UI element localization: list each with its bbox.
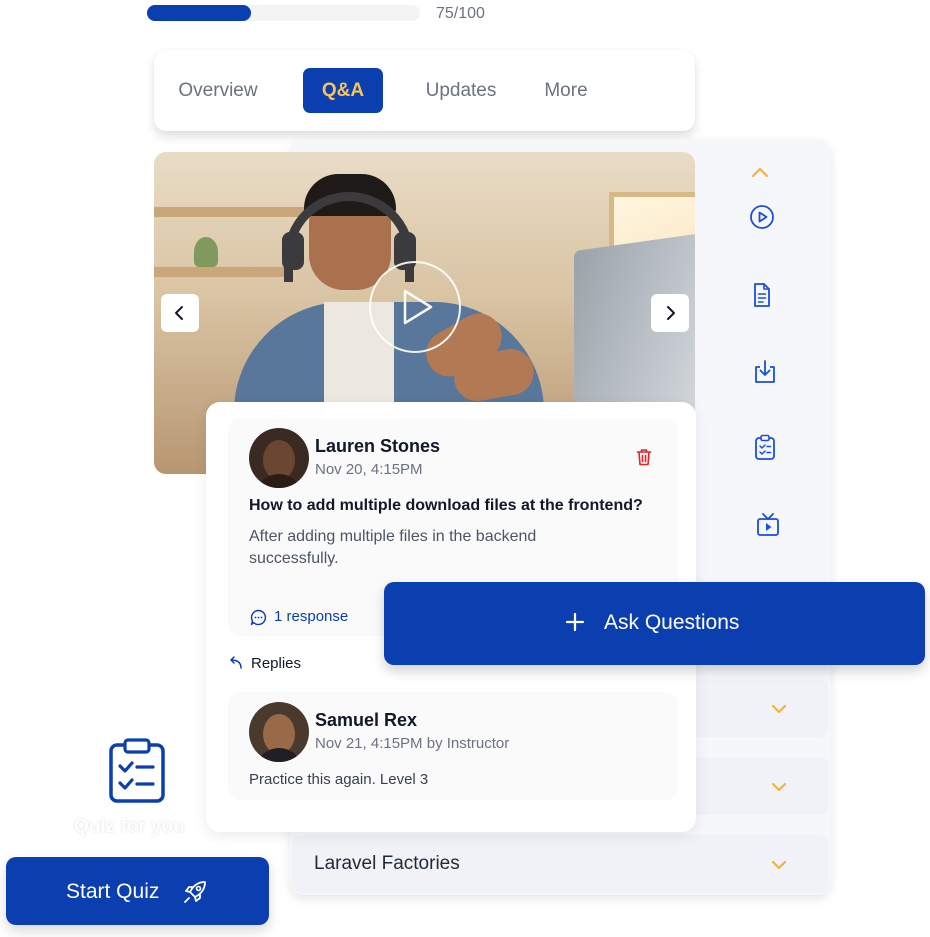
avatar [249, 702, 309, 762]
video-scene-shelf [154, 267, 284, 277]
reply-card: Samuel Rex Nov 21, 4:15PM by Instructor … [228, 692, 678, 800]
progress-bar [147, 5, 420, 21]
question-body: After adding multiple files in the backe… [249, 528, 537, 567]
video-scene-plant [194, 237, 218, 267]
video-scene-shelf [154, 207, 314, 217]
trash-icon[interactable] [636, 448, 652, 466]
chevron-down-icon [771, 704, 787, 714]
reply-text: Practice this again. Level 3 [249, 771, 429, 788]
reply-meta: Nov 21, 4:15PM by Instructor [315, 735, 510, 752]
chevron-up-icon[interactable] [746, 159, 774, 187]
tab-qa[interactable]: Q&A [303, 68, 383, 113]
tab-overview[interactable]: Overview [168, 68, 268, 113]
progress-bar-fill [147, 5, 252, 21]
question-title: How to add multiple download files at th… [249, 497, 643, 514]
start-quiz-button[interactable]: Start Quiz [6, 857, 269, 925]
rocket-icon [184, 881, 206, 903]
question-author: Lauren Stones [315, 436, 441, 456]
video-scene-earcup [282, 232, 304, 270]
tab-updates[interactable]: Updates [416, 68, 506, 113]
accordion-item-laravel-factories[interactable]: Laravel Factories [292, 835, 829, 893]
tab-bar: Overview Q&A Updates More [154, 50, 695, 131]
reply-author: Samuel Rex [315, 710, 418, 730]
prev-slide-button[interactable] [161, 294, 199, 332]
accordion-title: Laravel Factories [314, 853, 460, 874]
chevron-down-icon [771, 782, 787, 792]
play-icon[interactable] [369, 261, 461, 353]
document-icon[interactable] [748, 281, 776, 309]
chat-bubble-icon [250, 609, 267, 626]
chevron-right-icon [667, 306, 675, 320]
chevron-left-icon [175, 306, 183, 320]
next-slide-button[interactable] [651, 294, 689, 332]
plus-icon [565, 612, 585, 632]
quiz-caption: Quiz for you [74, 816, 185, 837]
ask-questions-button[interactable]: Ask Questions [384, 582, 925, 665]
reply-icon [230, 656, 242, 669]
tab-more[interactable]: More [536, 68, 596, 113]
progress-label: 75/100 [436, 5, 485, 22]
tv-play-icon[interactable] [754, 511, 782, 539]
quiz-clipboard-icon [109, 738, 165, 803]
question-meta: Nov 20, 4:15PM [315, 461, 423, 478]
download-icon[interactable] [751, 358, 779, 386]
clipboard-check-icon[interactable] [751, 433, 779, 461]
chevron-down-icon [771, 860, 787, 870]
avatar [249, 428, 309, 488]
play-circle-icon[interactable] [748, 203, 776, 231]
